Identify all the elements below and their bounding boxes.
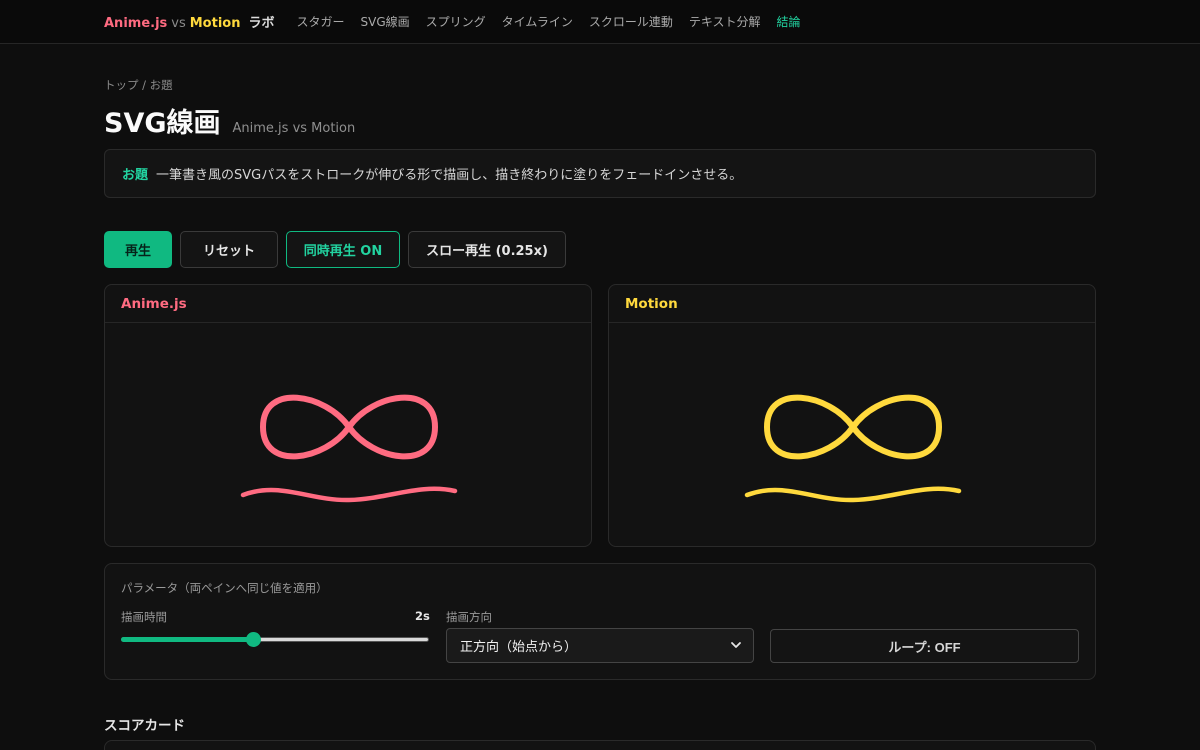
motion-pane: Motion	[608, 284, 1096, 547]
brand-motion: Motion	[189, 16, 241, 31]
motion-infinity-path	[764, 394, 942, 460]
nav-link-stagger[interactable]: スタガー	[297, 13, 345, 30]
page-subtitle: Anime.js vs Motion	[232, 121, 356, 136]
slider-thumb[interactable]	[246, 632, 262, 647]
task-box: お題 一筆書き風のSVGパスをストロークが伸びる形で描画し、描き終わりに塗りをフ…	[104, 149, 1096, 198]
slider-fill	[121, 637, 254, 642]
nav-link-spring[interactable]: スプリング	[426, 13, 486, 30]
scorecard-title: スコアカード	[104, 718, 185, 734]
brand-vs: vs	[171, 16, 186, 31]
duration-value: 2s	[415, 609, 430, 623]
params-title: パラメータ（両ペインへ同じ値を適用）	[121, 581, 328, 595]
duration-label: 描画時間	[121, 610, 167, 624]
nav-link-timeline[interactable]: タイムライン	[502, 13, 573, 30]
params-panel: パラメータ（両ペインへ同じ値を適用） 描画時間 2s 描画方向 正方向（始点から…	[104, 563, 1096, 680]
motion-wave-path	[744, 486, 962, 503]
direction-select[interactable]: 正方向（始点から）	[446, 628, 754, 663]
task-text: 一筆書き風のSVGパスをストロークが伸びる形で描画し、描き終わりに塗りをフェード…	[156, 168, 743, 183]
brand-lab: ラボ	[248, 16, 275, 31]
brand-logo[interactable]: Anime.js vs Motion ラボ	[104, 12, 275, 31]
scorecard-panel	[104, 740, 1096, 750]
task-tag: お題	[122, 168, 149, 183]
motion-pane-title: Motion	[609, 285, 1095, 323]
loop-toggle[interactable]: ループ: OFF	[770, 629, 1079, 663]
animejs-pane-title: Anime.js	[105, 285, 591, 323]
motion-drawing	[744, 394, 962, 503]
slow-play-button[interactable]: スロー再生 (0.25x)	[408, 231, 566, 268]
nav-links: スタガー SVG線画 スプリング タイムライン スクロール連動 テキスト分解 結…	[297, 13, 801, 30]
page-header: SVG線画 Anime.js vs Motion	[104, 101, 355, 140]
play-button[interactable]: 再生	[104, 231, 172, 268]
reset-button[interactable]: リセット	[180, 231, 278, 268]
animejs-pane: Anime.js	[104, 284, 592, 547]
animejs-drawing	[240, 394, 458, 503]
animejs-infinity-path	[260, 394, 438, 460]
nav-link-text-split[interactable]: テキスト分解	[689, 13, 761, 30]
direction-label: 描画方向	[446, 610, 492, 624]
chevron-down-icon	[731, 642, 741, 648]
duration-slider[interactable]	[121, 632, 429, 647]
page-title: SVG線画	[104, 108, 221, 139]
brand-anime: Anime.js	[104, 16, 168, 31]
direction-selected-value: 正方向（始点から）	[460, 640, 578, 655]
top-nav: Anime.js vs Motion ラボ スタガー SVG線画 スプリング タ…	[0, 0, 1200, 44]
animejs-wave-path	[240, 486, 458, 503]
sync-play-toggle[interactable]: 同時再生 ON	[286, 231, 400, 268]
nav-link-scroll[interactable]: スクロール連動	[589, 13, 673, 30]
nav-link-svg-drawing[interactable]: SVG線画	[361, 13, 410, 30]
nav-link-conclusion[interactable]: 結論	[777, 13, 801, 30]
breadcrumb[interactable]: トップ / お題	[104, 77, 173, 93]
